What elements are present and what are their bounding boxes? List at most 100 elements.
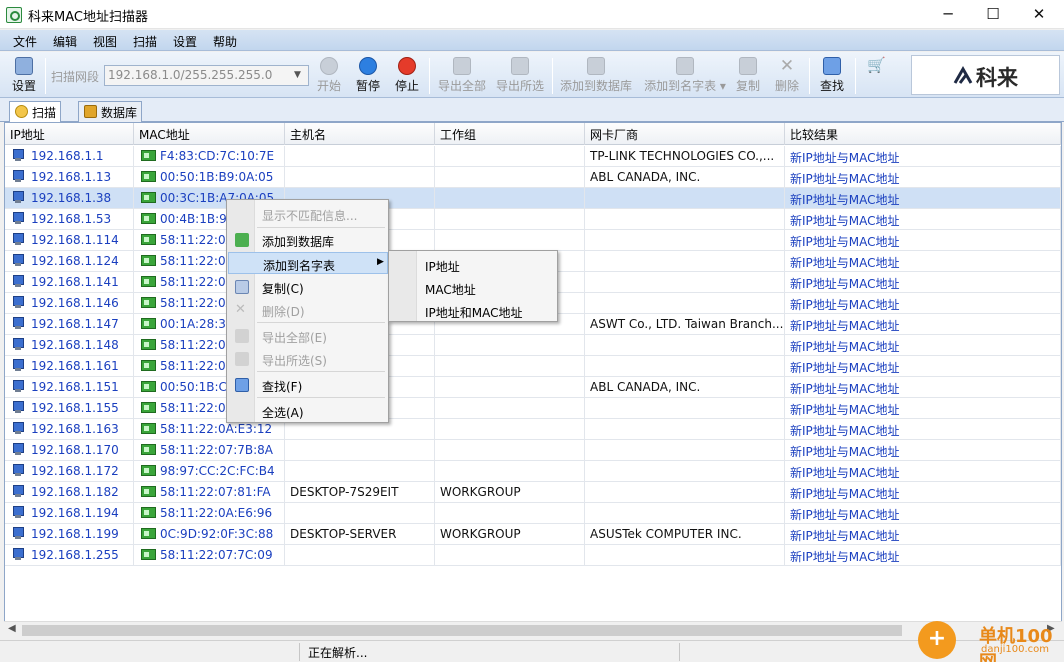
menu-item-add-to-namelist[interactable]: 添加到名字表 ▶ [228, 252, 388, 274]
column-header-workgroup[interactable]: 工作组 [435, 123, 585, 145]
menu-item-show-mismatch[interactable]: 显示不匹配信息... [228, 203, 388, 225]
cart-button[interactable]: 🛒 [866, 55, 886, 95]
namelist-submenu: IP地址 MAC地址 IP地址和MAC地址 [388, 250, 558, 322]
cell-workgroup [435, 419, 585, 440]
cell-vendor: ABL CANADA, INC. [585, 377, 785, 398]
scroll-left-icon[interactable]: ◀ [8, 623, 16, 634]
cell-mac-text: 58:11:22:07 [160, 338, 234, 352]
table-row[interactable]: 192.168.1.255 58:11:22:07:7C:09 新IP地址与MAC地… [5, 545, 1061, 566]
menu-item-export-selected[interactable]: 导出所选(S) [228, 348, 388, 370]
minimize-button[interactable]: ─ [925, 0, 971, 29]
column-header-compare[interactable]: 比较结果 [785, 123, 1061, 145]
table-row[interactable]: 192.168.1.155 58:11:22:0A 新IP地址与MAC地址 [5, 398, 1061, 419]
table-row[interactable]: 192.168.1.148 58:11:22:07 新IP地址与MAC地址 [5, 335, 1061, 356]
cell-compare: 新IP地址与MAC地址 [785, 230, 1061, 251]
cell-mac-text: 58:11:22:0A [160, 401, 234, 415]
menu-item-copy[interactable]: 复制(C) [228, 276, 388, 298]
table-row[interactable]: 192.168.1.163 58:11:22:0A:E3:12 新IP地址与MAC地… [5, 419, 1061, 440]
menu-view[interactable]: 视图 [93, 33, 117, 50]
column-header-ip[interactable]: IP地址 [5, 123, 134, 145]
menu-settings[interactable]: 设置 [173, 33, 197, 50]
cell-mac: 58:11:22:07:7C:09 [134, 545, 285, 566]
network-card-icon [141, 213, 156, 224]
cell-ip-text: 192.168.1.124 [31, 254, 119, 268]
cell-ip-text: 192.168.1.155 [31, 401, 119, 415]
table-row[interactable]: 192.168.1.170 58:11:22:07:7B:8A 新IP地址与MAC地… [5, 440, 1061, 461]
chevron-down-icon[interactable]: ▼ [294, 70, 301, 80]
cell-vendor [585, 356, 785, 377]
add-to-database-button[interactable]: 添加到数据库 [558, 55, 634, 95]
export-selected-button[interactable]: 导出所选 [494, 55, 546, 95]
cell-mac-text: 0C:9D:92:0F:3C:88 [160, 527, 274, 541]
add-to-namelist-button[interactable]: 添加到名字表 ▾ [640, 55, 730, 95]
cell-compare: 新IP地址与MAC地址 [785, 146, 1061, 167]
table-row[interactable]: 192.168.1.13 00:50:1B:B9:0A:05 ABL CANADA,… [5, 167, 1061, 188]
menu-help[interactable]: 帮助 [213, 33, 237, 50]
table-row[interactable]: 192.168.1.172 98:97:CC:2C:FC:B4 新IP地址与MAC地… [5, 461, 1061, 482]
menu-item-find[interactable]: 查找(F) [228, 374, 388, 396]
table-row[interactable]: 192.168.1.182 58:11:22:07:81:FA DESKTOP-7S… [5, 482, 1061, 503]
cell-ip: 192.168.1.1 [5, 146, 134, 167]
scrollbar-thumb[interactable] [22, 625, 902, 636]
menu-item-export-all[interactable]: 导出全部(E) [228, 325, 388, 347]
settings-button[interactable]: 设置 [8, 55, 40, 95]
watermark-logo: + 单机100网 danji100.com [915, 618, 1060, 662]
export-all-button[interactable]: 导出全部 [436, 55, 488, 95]
table-row[interactable]: 192.168.1.199 0C:9D:92:0F:3C:88 DESKTOP-SE… [5, 524, 1061, 545]
column-header-hostname[interactable]: 主机名 [285, 123, 435, 145]
table-row[interactable]: 192.168.1.194 58:11:22:0A:E6:96 新IP地址与MAC地… [5, 503, 1061, 524]
cell-vendor [585, 419, 785, 440]
maximize-button[interactable]: ☐ [970, 0, 1016, 29]
tab-scan[interactable]: 扫描 [9, 101, 62, 123]
menu-item-select-all[interactable]: 全选(A) [228, 400, 388, 422]
tab-database[interactable]: 数据库 [78, 101, 143, 122]
cell-vendor [585, 272, 785, 293]
computer-icon [12, 464, 24, 477]
table-row[interactable]: 192.168.1.53 00:4B:1B:94 新IP地址与MAC地址 [5, 209, 1061, 230]
toolbar-separator [45, 58, 46, 94]
table-row[interactable]: 192.168.1.161 58:11:22:07 新IP地址与MAC地址 [5, 356, 1061, 377]
menu-item-label: 复制(C) [262, 282, 304, 296]
menu-scan[interactable]: 扫描 [133, 33, 157, 50]
network-card-icon [141, 234, 156, 245]
menu-item-delete[interactable]: ✕ 删除(D) [228, 299, 388, 321]
menu-item-add-to-database[interactable]: 添加到数据库 [228, 229, 388, 251]
menu-file[interactable]: 文件 [13, 33, 37, 50]
computer-icon [12, 527, 24, 540]
cell-vendor-text: ABL CANADA, INC. [590, 170, 701, 184]
column-header-vendor[interactable]: 网卡厂商 [585, 123, 785, 145]
pause-button[interactable]: 暂停 [351, 55, 385, 95]
delete-button[interactable]: ✕ 删除 [772, 55, 802, 95]
horizontal-scrollbar[interactable]: ◀ ▶ [4, 621, 1062, 638]
cell-vendor [585, 293, 785, 314]
cell-ip: 192.168.1.155 [5, 398, 134, 419]
menu-edit[interactable]: 编辑 [53, 33, 77, 50]
start-button[interactable]: 开始 [312, 55, 346, 95]
export-selected-icon [511, 57, 529, 75]
cell-hostname-text: DESKTOP-SERVER [290, 527, 397, 541]
menu-item-label: 删除(D) [262, 305, 305, 319]
computer-icon [12, 338, 24, 351]
app-window: 科来MAC地址扫描器 ─ ☐ ✕ 文件 编辑 视图 扫描 设置 帮助 设置 开始… [0, 0, 1064, 662]
cell-workgroup [435, 230, 585, 251]
cell-mac: 58:11:22:07:81:FA [134, 482, 285, 503]
scan-range-input[interactable]: 192.168.1.0/255.255.255.0 [104, 65, 309, 86]
watermark-plus-icon: + [918, 621, 956, 659]
submenu-item-ip[interactable]: IP地址 [425, 258, 460, 275]
table-row[interactable]: 192.168.1.1 F4:83:CD:7C:10:7E TP-LINK TECH… [5, 146, 1061, 167]
submenu-item-ip-and-mac[interactable]: IP地址和MAC地址 [425, 304, 523, 321]
cell-ip: 192.168.1.141 [5, 272, 134, 293]
find-button[interactable]: 查找 [817, 55, 847, 95]
stop-button[interactable]: 停止 [390, 55, 424, 95]
table-row[interactable]: 192.168.1.38 00:3C:1B:A7:0A:05 新IP地址与MAC地址 [5, 188, 1061, 209]
submenu-item-mac[interactable]: MAC地址 [425, 281, 476, 298]
cell-hostname: DESKTOP-SERVER [285, 524, 435, 545]
table-row[interactable]: 192.168.1.114 58:11:22:0A 新IP地址与MAC地址 [5, 230, 1061, 251]
toolbar-separator [809, 58, 810, 94]
cell-compare: 新IP地址与MAC地址 [785, 272, 1061, 293]
table-row[interactable]: 192.168.1.151 00:50:1B:CD ABL CANADA, INC.… [5, 377, 1061, 398]
column-header-mac[interactable]: MAC地址 [134, 123, 285, 145]
copy-button[interactable]: 复制 [733, 55, 763, 95]
cell-mac-text: 58:11:22:0A:E3:12 [160, 422, 273, 436]
close-button[interactable]: ✕ [1016, 0, 1062, 29]
